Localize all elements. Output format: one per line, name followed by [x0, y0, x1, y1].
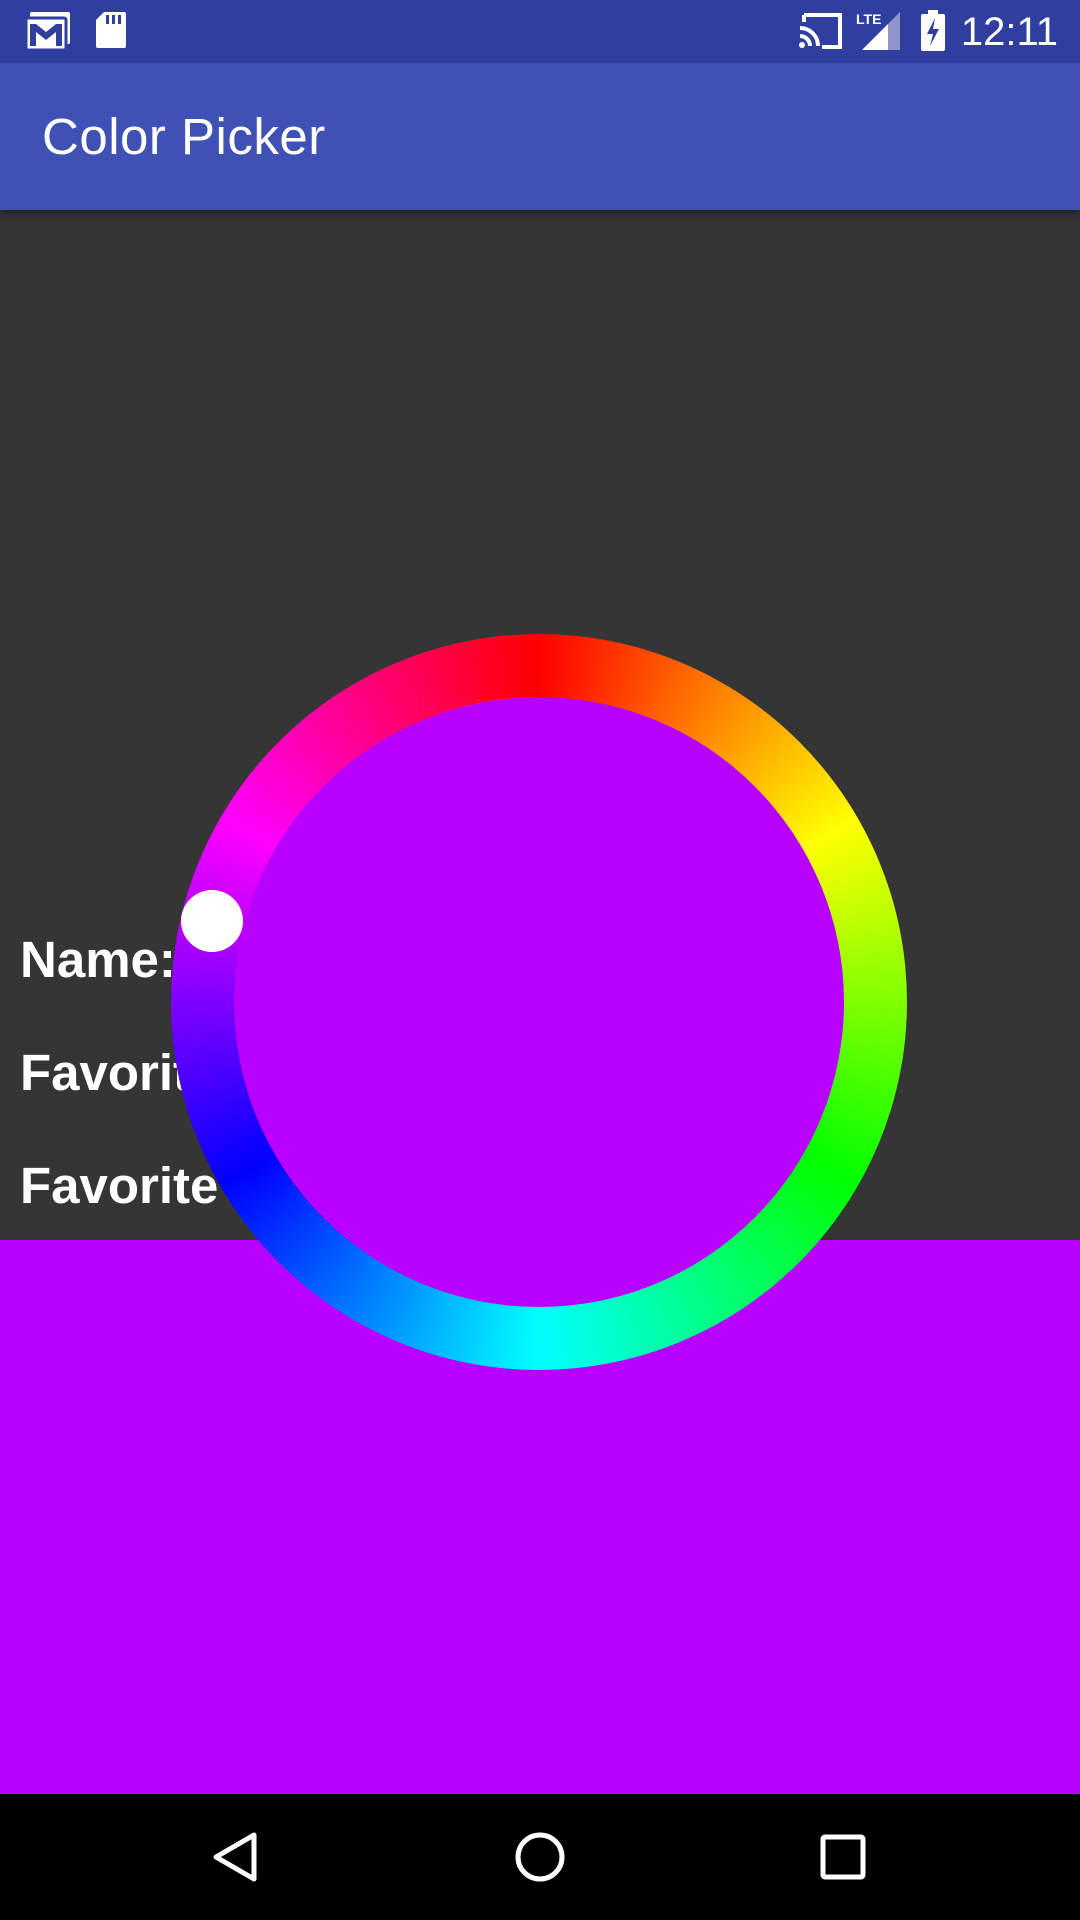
hue-handle[interactable]: [181, 890, 243, 952]
app-title: Color Picker: [42, 108, 326, 165]
cast-icon: [798, 12, 844, 55]
status-bar: LTE 12:11: [0, 0, 1080, 63]
navigation-bar: [0, 1794, 1080, 1920]
status-time: 12:11: [960, 10, 1058, 54]
lte-signal-icon: LTE: [856, 10, 902, 57]
app-bar: Color Picker: [0, 63, 1080, 210]
gmail-icon: [24, 10, 72, 57]
battery-charging-icon: [920, 10, 946, 57]
center-color-swatch[interactable]: [234, 697, 844, 1307]
sd-card-icon: [94, 10, 128, 55]
recents-icon[interactable]: [813, 1827, 873, 1887]
favorite-label-1: Favorit: [20, 1044, 191, 1101]
color-wheel[interactable]: [171, 634, 907, 1370]
lte-label: LTE: [856, 11, 881, 27]
name-label: Name:: [20, 931, 176, 988]
back-icon[interactable]: [206, 1827, 266, 1887]
home-icon[interactable]: [510, 1827, 570, 1887]
